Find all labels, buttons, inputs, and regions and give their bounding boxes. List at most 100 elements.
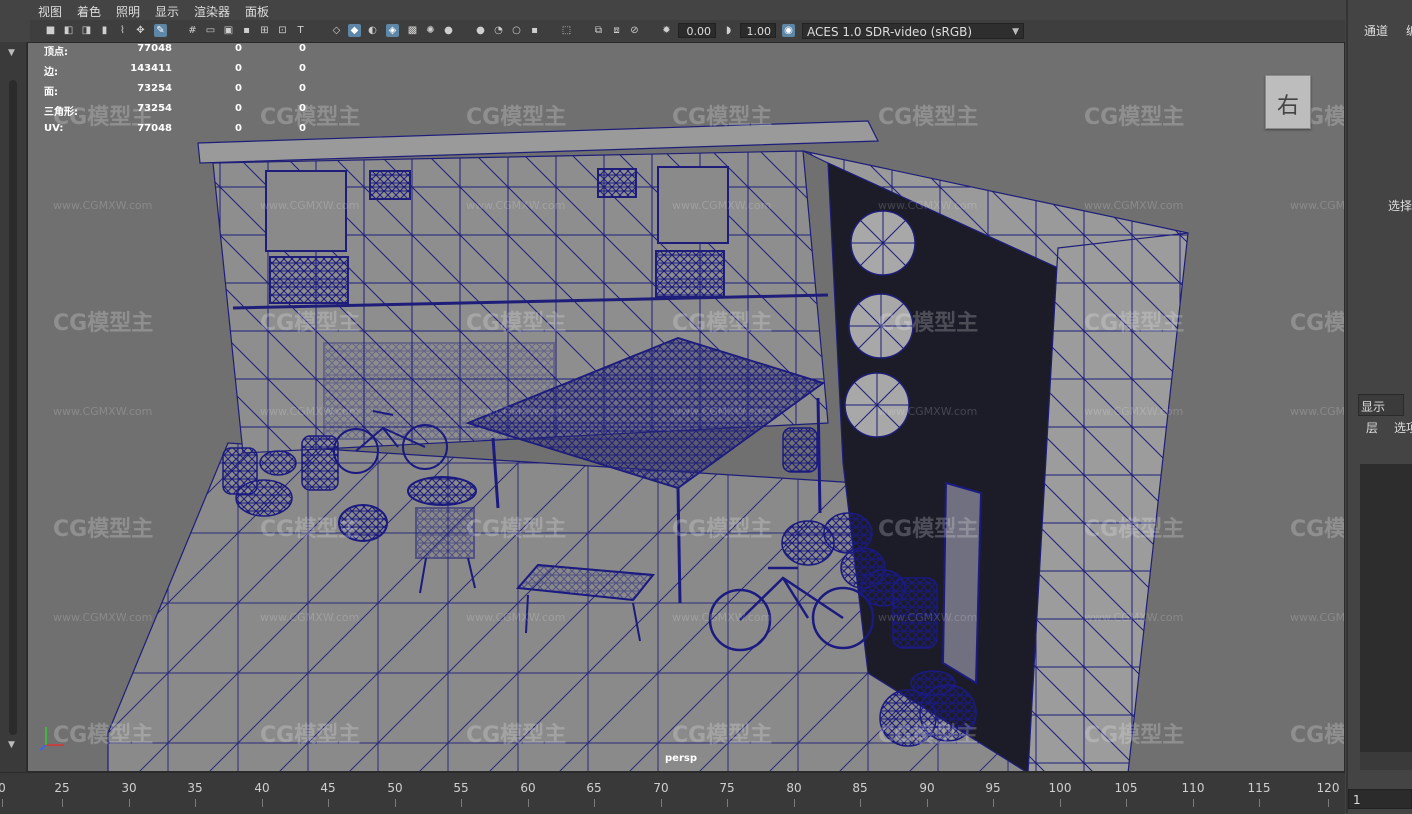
timeline-tick [727,799,728,807]
watermark-url: www.CGMXW.com [672,611,772,624]
timeline-tick [794,799,795,807]
film-gate-icon[interactable]: ▭ [204,24,217,37]
menu-view[interactable]: 视图 [38,3,62,20]
xray-icon[interactable]: ⧉ [592,24,605,37]
watermark-logo: CG模型主 [878,723,979,748]
timeline-tick [594,799,595,807]
grease-pencil-icon[interactable]: ⌇ [116,24,129,37]
hud-label: 边: [44,67,58,78]
field-chart-icon[interactable]: ⊞ [258,24,271,37]
timeline-tick [262,799,263,807]
timeline-tick-label: 115 [1247,781,1271,795]
gamma-icon[interactable]: ◗ [722,24,735,37]
watermark-url: www.CGMXW.com [466,405,566,418]
left-scroll-rail: ▼ ▼ [0,42,27,772]
hud-value: 0 [299,103,306,114]
view-cube[interactable]: 右 [1265,75,1311,129]
bookmark-icon[interactable]: ◨ [80,24,93,37]
timeline-tick-label: 40 [254,781,270,795]
hud-row-vertices: 顶点: 77048 0 0 [44,43,344,58]
channel-box-panel: 通道 编 选择 显示 层 选项 [1346,0,1412,813]
menu-shading[interactable]: 着色 [77,3,101,20]
viewport-persp[interactable]: CG模型主 www.CGMXW.com CG模型主 www.CGMXW.com CG模型… [27,42,1345,772]
scroll-up-icon[interactable]: ▼ [8,48,15,58]
timeline-tick [1060,799,1061,807]
timeline-tick [129,799,130,807]
horizontal-scrollbar[interactable] [1360,752,1412,770]
watermark-logo: CG模型主 [466,311,567,336]
wireframe-on-shaded-icon[interactable]: ◈ [386,24,399,37]
timeline-tick [661,799,662,807]
exposure-field[interactable]: 0.00 [678,23,716,38]
smooth-shade-icon[interactable]: ◆ [348,24,361,37]
tab-channels[interactable]: 通道 [1364,22,1388,39]
timeline-tick [2,799,3,807]
view-transform-icon[interactable]: ◉ [782,24,795,37]
hud-value: 73254 [137,103,172,114]
depth-of-field-icon[interactable]: ▪ [528,24,541,37]
timeline-tick-label: 50 [387,781,403,795]
exposure-icon[interactable]: ✹ [660,24,673,37]
camera-attributes-icon[interactable]: ◧ [62,24,75,37]
menu-layers[interactable]: 层 [1366,419,1378,436]
select-label[interactable]: 选择 [1388,197,1412,214]
lights-icon[interactable]: ✺ [424,24,437,37]
watermark-url: www.CGMXW.com [53,199,153,212]
camera-icon[interactable]: ■ [44,24,57,37]
scroll-down-icon[interactable]: ▼ [8,740,15,750]
watermark-url: www.CGMXW.com [1290,405,1345,418]
color-management-select[interactable]: ACES 1.0 SDR-video (sRGB) ▼ [802,23,1024,39]
hud-value: 0 [299,43,306,54]
menu-show[interactable]: 显示 [155,3,179,20]
ac-unit-left [269,256,349,304]
textured-icon[interactable]: ▩ [406,24,419,37]
hud-value: 0 [235,123,242,134]
timeline-tick-label: 25 [54,781,70,795]
motion-blur-icon[interactable]: ◔ [492,24,505,37]
current-frame-field[interactable]: 1 [1348,789,1412,809]
tab-edit[interactable]: 编 [1406,22,1412,39]
tab-display[interactable]: 显示 [1358,394,1404,416]
view-cube-face-label: 右 [1276,94,1299,119]
xray-joints-icon[interactable]: ⧈ [610,24,623,37]
menu-panels[interactable]: 面板 [245,3,269,20]
shadows-icon[interactable]: ● [442,24,455,37]
layer-list[interactable] [1360,464,1412,764]
gate-mask-icon[interactable]: ▪ [240,24,253,37]
gamma-field[interactable]: 1.00 [740,23,776,38]
watermark-url: www.CGMXW.com [878,405,978,418]
watermark-url: www.CGMXW.com [1290,199,1345,212]
hud-label: 三角形: [44,107,78,118]
panel-toolbar: ■ ◧ ◨ ▮ ⌇ ✥ ✎ # ▭ ▣ ▪ ⊞ ⊡ T ◇ ◆ ◐ ◈ ▩ ✺ … [30,20,1345,43]
watermark-url: www.CGMXW.com [1084,405,1184,418]
timeline-tick [395,799,396,807]
2d-pan-zoom-icon[interactable]: ✥ [134,24,147,37]
pencil-icon[interactable]: ✎ [154,24,167,37]
menu-lighting[interactable]: 照明 [116,3,140,20]
hud-value: 77048 [137,123,172,134]
anti-aliasing-icon[interactable]: ○ [510,24,523,37]
screen-space-ao-icon[interactable]: ● [474,24,487,37]
menu-renderer[interactable]: 渲染器 [194,3,230,20]
hud-value: 0 [235,43,242,54]
isolate-select-icon[interactable]: ⬚ [560,24,573,37]
hud-value: 0 [299,63,306,74]
default-material-icon[interactable]: ◐ [366,24,379,37]
vertical-scrollbar[interactable] [9,80,17,735]
xray-components-icon[interactable]: ⊘ [628,24,641,37]
timeline-tick [528,799,529,807]
time-slider[interactable]: 0 25 30 35 40 45 50 55 60 65 70 75 80 85 90 95 100 105 110… [0,772,1345,814]
ac-unit-right [655,250,725,298]
grid-icon[interactable]: # [186,24,199,37]
wireframe-icon[interactable]: ◇ [330,24,343,37]
menu-bar: 视图 着色 照明 显示 渲染器 面板 [0,0,1345,20]
resolution-gate-icon[interactable]: ▣ [222,24,235,37]
timeline-tick [993,799,994,807]
image-plane-icon[interactable]: ▮ [98,24,111,37]
menu-options[interactable]: 选项 [1394,419,1412,436]
timeline-tick-label: 110 [1181,781,1205,795]
timeline-tick [927,799,928,807]
safe-action-icon[interactable]: ⊡ [276,24,289,37]
timeline-tick [62,799,63,807]
safe-title-icon[interactable]: T [294,24,307,37]
